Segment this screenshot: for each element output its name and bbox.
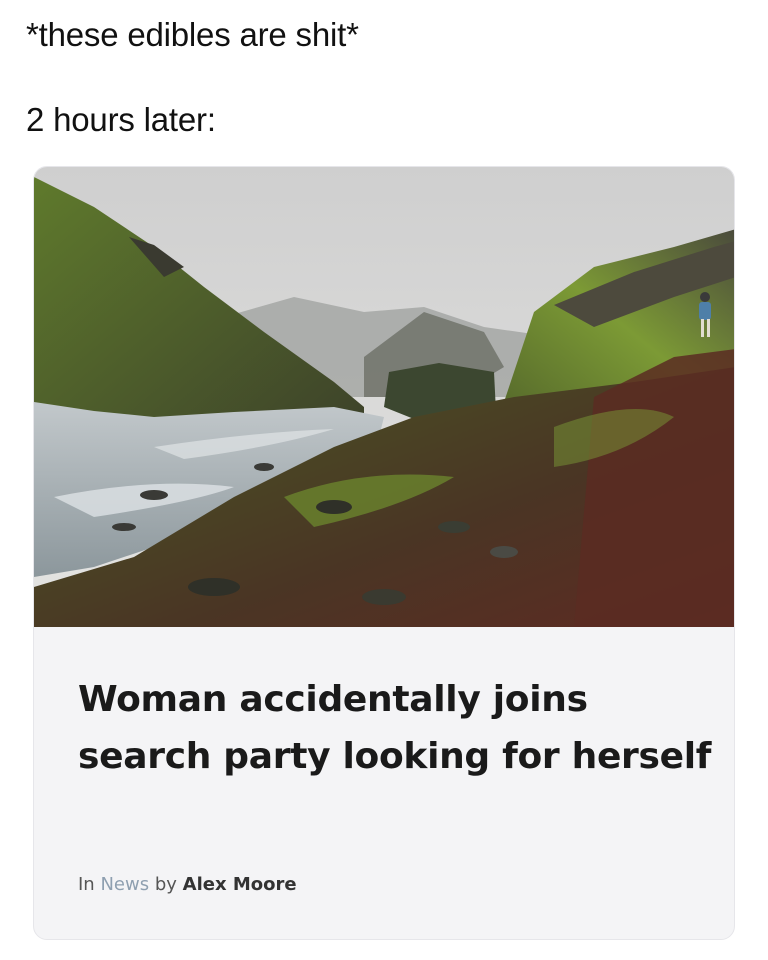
meme-caption-line-2: 2 hours later:: [26, 101, 216, 138]
author-name[interactable]: Alex Moore: [183, 874, 297, 895]
article-headline[interactable]: Woman accidentally joins search party lo…: [78, 671, 718, 785]
meme-caption-line-1: *these edibles are shit*: [26, 16, 359, 53]
byline-prefix: In: [78, 874, 95, 895]
byline-by: by: [154, 874, 177, 895]
category-link[interactable]: News: [100, 874, 149, 895]
article-photo-valley-hiker: [34, 167, 734, 627]
article-card[interactable]: Woman accidentally joins search party lo…: [33, 166, 735, 940]
article-byline: In News by Alex Moore: [78, 873, 297, 897]
